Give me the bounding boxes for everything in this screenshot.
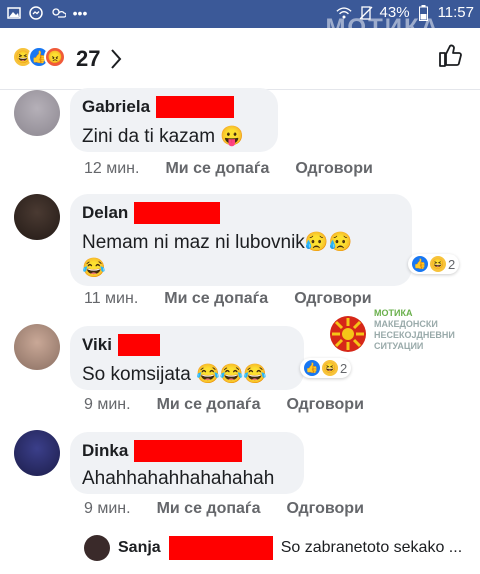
redaction-bar <box>117 334 160 356</box>
comment-bubble[interactable]: Gabriela Zini da ti kazam 😛 <box>70 88 278 152</box>
reactions-summary[interactable]: 😆 👍 😠 <box>12 46 66 68</box>
comment-text: Nemam ni maz ni lubovnik😥😥 <box>82 232 353 253</box>
comment-text: So komsijata 😂😂😂 <box>82 364 268 385</box>
avatar[interactable] <box>84 535 110 561</box>
chevron-right-icon[interactable] <box>110 48 122 75</box>
like-icon: 👍 <box>304 360 320 376</box>
motika-logo: МОТИКА МАКЕДОНСКИ НЕСЕКОЈДНЕВНИ СИТУАЦИИ <box>330 308 455 352</box>
comment-actions: 12 мин. Ми се допаѓа Одговори <box>84 160 373 178</box>
comment-bubble[interactable]: Viki So komsijata 😂😂😂 <box>70 326 304 390</box>
messenger-icon <box>28 5 44 21</box>
comment-text: Zini da ti kazam 😛 <box>82 126 244 147</box>
comment-like-button[interactable]: Ми се допаѓа <box>164 290 268 308</box>
reply-preview[interactable]: Sanja So zabranetoto sekako ... <box>84 534 474 562</box>
reply-text: So zabranetoto sekako ... <box>280 539 463 556</box>
haha-icon: 😆 <box>430 256 446 272</box>
reply-author-name[interactable]: Sanja <box>118 539 161 557</box>
commenter-name[interactable]: Delan <box>82 202 400 224</box>
status-bar: ••• 43% 11:57 МОТИКА <box>0 0 480 41</box>
comment-text: Ahahhahahhahahahah <box>82 468 275 489</box>
avatar[interactable] <box>14 90 60 136</box>
commenter-name[interactable]: Gabriela <box>82 96 266 118</box>
commenter-name[interactable]: Dinka <box>82 440 292 462</box>
comment-like-button[interactable]: Ми се допаѓа <box>157 500 261 518</box>
gallery-icon <box>6 5 22 21</box>
like-icon: 👍 <box>412 256 428 272</box>
like-button[interactable] <box>438 42 464 73</box>
commenter-name[interactable]: Viki <box>82 334 292 356</box>
comment-like-button[interactable]: Ми се допаѓа <box>157 396 261 414</box>
comment-reply-button[interactable]: Одговори <box>294 290 371 308</box>
macedonian-sun-logo <box>330 316 366 352</box>
redaction-bar <box>134 440 243 462</box>
comment-actions: 9 мин. Ми се допаѓа Одговори <box>84 396 364 414</box>
comment-actions: 9 мин. Ми се допаѓа Одговори <box>84 500 364 518</box>
comment-reactions-badge[interactable]: 👍 😆 2 <box>300 358 352 378</box>
comment-time: 11 мин. <box>84 290 139 307</box>
reaction-count[interactable]: 27 <box>76 46 100 72</box>
comment-bubble[interactable]: Dinka Ahahhahahhahahahah <box>70 432 304 494</box>
comment-reply-button[interactable]: Одговори <box>286 500 363 518</box>
comment-time: 9 мин. <box>84 500 131 517</box>
redaction-bar <box>168 536 273 560</box>
angry-icon: 😠 <box>44 46 66 68</box>
avatar[interactable] <box>14 430 60 476</box>
comment-actions: 11 мин. Ми се допаѓа Одговори <box>84 290 372 308</box>
logo-text: МОТИКА МАКЕДОНСКИ НЕСЕКОЈДНЕВНИ СИТУАЦИИ <box>374 308 455 351</box>
avatar[interactable] <box>14 194 60 240</box>
redaction-bar <box>134 202 221 224</box>
comment-time: 9 мин. <box>84 396 131 413</box>
weather-icon <box>50 5 66 21</box>
haha-icon: 😆 <box>322 360 338 376</box>
reactions-header: 😆 👍 😠 27 <box>0 28 480 90</box>
comment-text-line2: 😂 <box>82 258 106 279</box>
clock: 11:57 <box>437 4 474 21</box>
redaction-bar <box>156 96 235 118</box>
comment-like-button[interactable]: Ми се допаѓа <box>165 160 269 178</box>
more-dots-icon: ••• <box>72 5 88 21</box>
comment-reply-button[interactable]: Одговори <box>286 396 363 414</box>
comment-reaction-count: 2 <box>448 256 456 272</box>
comment-time: 12 мин. <box>84 160 140 177</box>
comment-reactions-badge[interactable]: 👍 😆 2 <box>408 254 460 274</box>
comment-reaction-count: 2 <box>340 360 348 376</box>
comment-bubble[interactable]: Delan Nemam ni maz ni lubovnik😥😥 😂 <box>70 194 412 286</box>
avatar[interactable] <box>14 324 60 370</box>
comment-reply-button[interactable]: Одговори <box>295 160 372 178</box>
status-notification-icons: ••• <box>6 5 88 21</box>
